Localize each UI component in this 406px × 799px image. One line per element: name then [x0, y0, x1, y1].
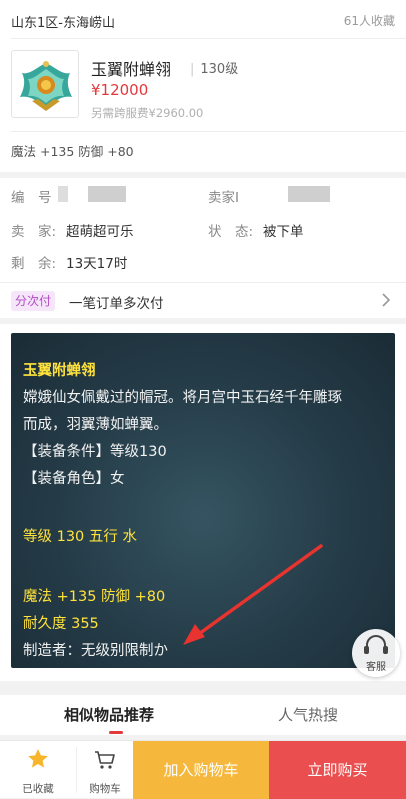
- trade-info: 编 号 卖家I 卖 家: 超萌超可乐 状 态: 被下单 剩 余: 13天17时: [0, 172, 406, 282]
- redacted-seller-id: [288, 186, 330, 202]
- recommendation-tabs: 相似物品推荐 人气热搜: [0, 689, 406, 735]
- seller-label: 卖 家:: [11, 224, 57, 240]
- buy-now-button[interactable]: 立即购买: [269, 741, 406, 799]
- item-level: | 130级: [190, 62, 239, 77]
- tab-popular-searches[interactable]: 人气热搜: [278, 704, 338, 725]
- annotation-arrow-icon: [183, 544, 323, 645]
- star-icon: [28, 749, 48, 768]
- favorite-count: 61人收藏: [343, 14, 395, 28]
- redacted-id: [58, 186, 68, 202]
- active-tab-indicator: [109, 731, 123, 734]
- remaining-time: 13天17时: [66, 256, 128, 272]
- status-value: 被下单: [263, 224, 304, 240]
- customer-service-button[interactable]: 客服: [352, 629, 400, 677]
- seller-id-label: 卖家I: [208, 190, 239, 206]
- item-thumbnail[interactable]: [11, 50, 79, 118]
- seller-name: 超萌超可乐: [66, 224, 134, 240]
- item-stats: 魔法 +135 防御 +80: [11, 144, 134, 159]
- installment-row[interactable]: 分次付 一笔订单多次付: [0, 282, 406, 318]
- cart-label: 购物车: [89, 783, 121, 795]
- installment-badge: 分次付: [11, 291, 56, 311]
- item-description-panel: 玉翼附蝉翎 嫦娥仙女佩戴过的帽冠。将月宫中玉石经千年雕琢 而成，羽翼薄如蝉翼。 …: [11, 333, 395, 668]
- divider: [11, 131, 406, 132]
- item-price: ¥12000: [91, 81, 149, 99]
- favorite-button[interactable]: 已收藏: [0, 741, 76, 799]
- status-label: 状 态:: [208, 224, 254, 240]
- installment-text: 一笔订单多次付: [69, 296, 164, 312]
- divider: [11, 38, 406, 39]
- cart-icon: [95, 751, 115, 769]
- id-label: 编 号: [11, 190, 52, 206]
- tab-similar-items[interactable]: 相似物品推荐: [64, 704, 154, 725]
- remaining-label: 剩 余:: [11, 256, 57, 272]
- headset-icon: [364, 635, 388, 654]
- server-name: 山东1区-东海崂山: [11, 16, 115, 31]
- add-to-cart-button[interactable]: 加入购物车: [133, 741, 269, 799]
- customer-service-label: 客服: [366, 662, 386, 673]
- description-section: 玉翼附蝉翎 嫦娥仙女佩戴过的帽冠。将月宫中玉石经千年雕琢 而成，羽翼薄如蝉翼。 …: [0, 324, 406, 681]
- chevron-right-icon: [382, 293, 391, 307]
- item-name: 玉翼附蝉翎: [91, 60, 172, 79]
- cross-server-fee: 另需跨服费¥2960.00: [91, 106, 204, 120]
- item-card: 山东1区-东海崂山 61人收藏 玉翼附蝉翎 | 130级 ¥12000 另需跨服费…: [0, 0, 406, 172]
- redacted-id: [88, 186, 126, 202]
- bottom-action-bar: 已收藏 购物车 加入购物车 立即购买: [0, 740, 406, 799]
- cart-button[interactable]: 购物车: [77, 741, 133, 799]
- favorite-label: 已收藏: [22, 783, 54, 795]
